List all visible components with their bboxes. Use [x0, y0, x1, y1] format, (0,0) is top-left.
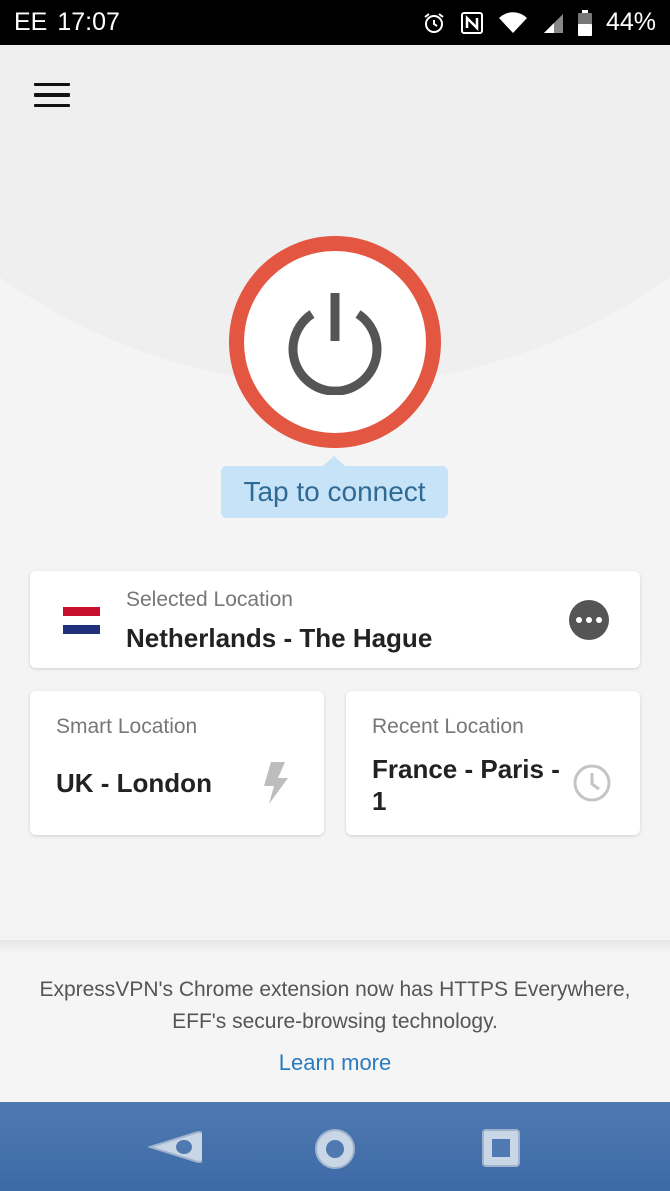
banner-divider	[0, 940, 670, 954]
recent-location-value: France - Paris - 1	[372, 754, 560, 816]
recent-location-label: Recent Location	[372, 715, 524, 738]
clock-icon	[572, 763, 612, 808]
clock-time: 17:07	[57, 8, 120, 36]
selected-location-value: Netherlands - The Hague	[126, 623, 433, 653]
power-icon	[288, 293, 382, 395]
recents-icon[interactable]	[481, 1128, 521, 1173]
hamburger-menu-icon[interactable]	[28, 75, 76, 115]
promo-banner: ExpressVPN's Chrome extension now has HT…	[0, 954, 670, 1102]
tap-to-connect-tooltip: Tap to connect	[221, 466, 448, 518]
signal-icon	[542, 12, 564, 34]
banner-text: ExpressVPN's Chrome extension now has HT…	[39, 978, 631, 1033]
lightning-bolt-icon	[263, 762, 289, 809]
more-options-icon[interactable]	[569, 600, 609, 640]
alarm-icon	[422, 11, 446, 35]
selected-location-card[interactable]: Selected Location Netherlands - The Hagu…	[30, 571, 640, 668]
smart-location-value: UK - London	[56, 768, 212, 798]
carrier-label: EE	[14, 8, 48, 36]
learn-more-link[interactable]: Learn more	[0, 1050, 670, 1076]
recent-location-card[interactable]: Recent Location France - Paris - 1	[346, 691, 640, 835]
app-main: Tap to connect Selected Location Netherl…	[0, 45, 670, 1102]
navigation-bar	[0, 1102, 670, 1191]
battery-percent: 44%	[605, 8, 656, 36]
back-icon[interactable]	[146, 1128, 213, 1171]
netherlands-flag-icon	[63, 607, 100, 634]
status-bar: EE 17:07 44%	[0, 0, 670, 45]
smart-location-card[interactable]: Smart Location UK - London	[30, 691, 324, 835]
connect-button[interactable]	[229, 236, 441, 448]
battery-icon	[577, 9, 592, 36]
selected-location-label: Selected Location	[126, 588, 293, 611]
nfc-icon	[460, 11, 484, 35]
smart-location-label: Smart Location	[56, 715, 198, 738]
wifi-icon	[498, 11, 528, 35]
home-icon[interactable]	[314, 1128, 356, 1175]
